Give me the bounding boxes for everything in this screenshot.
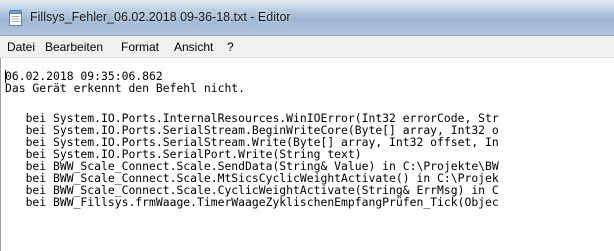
text-area[interactable]: 06.02.2018 09:35:06.862 Das Gerät erkenn… xyxy=(0,58,614,251)
editor-window: Fillsys_Fehler_06.02.2018 09-36-18.txt -… xyxy=(0,0,614,251)
menu-help[interactable]: ? xyxy=(227,40,234,54)
notepad-icon xyxy=(9,10,23,26)
text-line: Das Gerät erkennt den Befehl nicht. xyxy=(5,81,246,95)
title-bar[interactable]: Fillsys_Fehler_06.02.2018 09-36-18.txt -… xyxy=(0,0,614,36)
menu-datei[interactable]: Datei xyxy=(7,40,35,54)
window-title: Fillsys_Fehler_06.02.2018 09-36-18.txt -… xyxy=(30,10,291,24)
text-line: bei BWW_Fillsys.frmWaage.TimerWaageZykli… xyxy=(5,195,499,209)
menu-bar: Datei Bearbeiten Format Ansicht ? xyxy=(0,36,614,58)
menu-format[interactable]: Format xyxy=(121,40,159,54)
menu-bearbeiten[interactable]: Bearbeiten xyxy=(45,40,103,54)
menu-ansicht[interactable]: Ansicht xyxy=(174,40,213,54)
